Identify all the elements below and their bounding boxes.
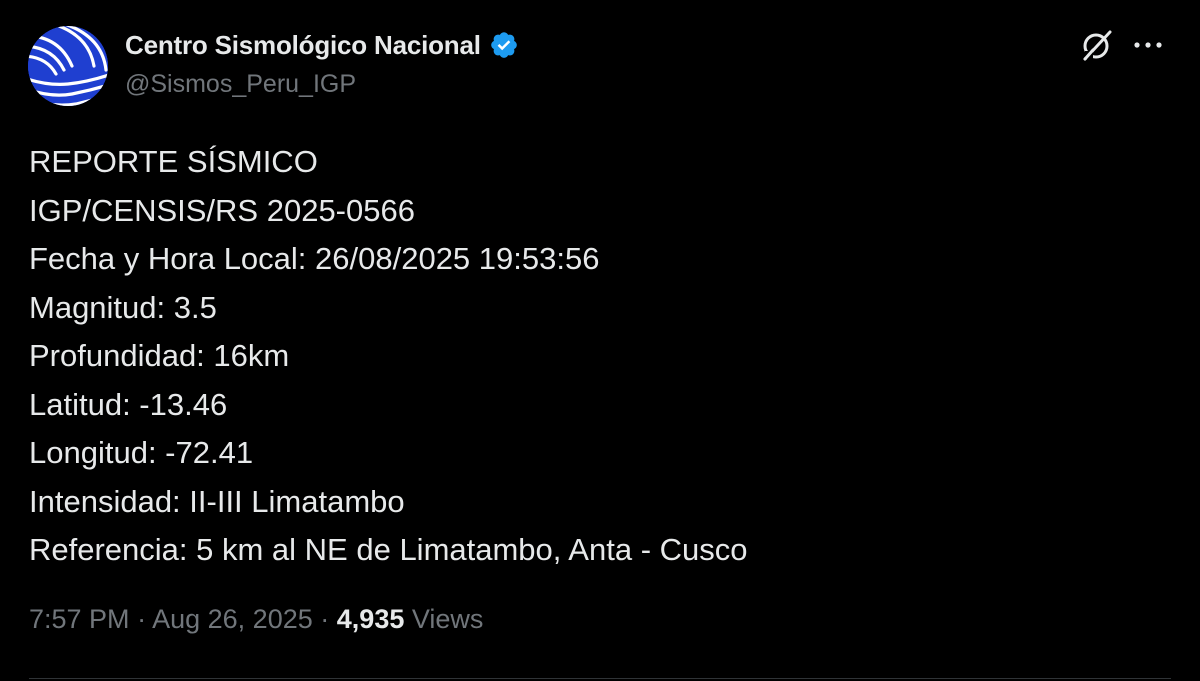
meta-separator: · [320, 604, 330, 634]
author-name-row: Centro Sismológico Nacional [125, 28, 519, 62]
report-magnitude-line: Magnitud: 3.5 [29, 289, 217, 325]
report-code-line: IGP/CENSIS/RS 2025-0566 [29, 192, 415, 228]
report-datetime-line: Fecha y Hora Local: 26/08/2025 19:53:56 [29, 241, 600, 276]
report-latitude-line: Latitud: -13.46 [29, 386, 228, 422]
meta-separator: · [137, 604, 147, 634]
grok-icon[interactable] [1080, 28, 1114, 62]
verified-badge-icon [490, 32, 517, 58]
tweet: Centro Sismológico Nacional @Sismos_Peru… [0, 0, 1200, 681]
report-reference-line: Referencia: 5 km al NE de Limatambo, Ant… [29, 532, 748, 567]
views-label: Views [411, 604, 484, 634]
views-count[interactable]: 4,935 [337, 604, 405, 634]
author-display-name[interactable]: Centro Sismológico Nacional [125, 30, 481, 61]
divider [29, 678, 1171, 679]
avatar[interactable] [28, 26, 108, 106]
more-options-icon[interactable] [1130, 32, 1166, 58]
report-intensity-line: Intensidad: II-III Limatambo [29, 483, 405, 519]
report-longitude-line: Longitud: -72.41 [29, 435, 254, 470]
tweet-meta: 7:57 PM · Aug 26, 2025 · 4,935 Views [29, 604, 483, 635]
author-handle[interactable]: @Sismos_Peru_IGP [125, 70, 356, 99]
report-title-line: REPORTE SÍSMICO [29, 144, 318, 179]
igp-logo-icon [28, 26, 108, 106]
post-time[interactable]: 7:57 PM [29, 604, 130, 634]
tweet-text: REPORTE SÍSMICO IGP/CENSIS/RS 2025-0566 … [29, 138, 1169, 575]
post-date[interactable]: Aug 26, 2025 [152, 604, 313, 634]
report-depth-line: Profundidad: 16km [29, 338, 290, 373]
